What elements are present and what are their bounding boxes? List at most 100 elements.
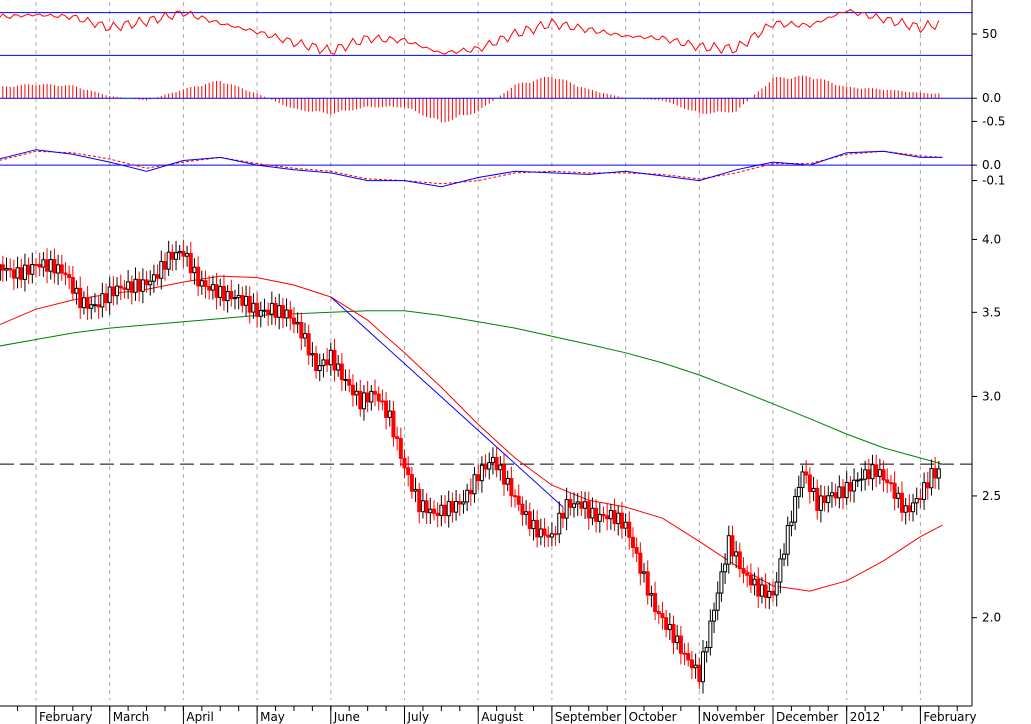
price-candle [151, 274, 156, 282]
ma-short-line [0, 275, 943, 592]
price-candle [782, 553, 787, 560]
price-candle [328, 349, 333, 366]
price-candle [693, 664, 698, 669]
price-candle [560, 512, 565, 519]
price-candle [214, 284, 219, 298]
price-candle [531, 519, 536, 530]
price-candle [899, 492, 904, 513]
price-candle [162, 261, 167, 270]
price-candle [244, 295, 249, 306]
price-candle [22, 264, 27, 280]
price-candle [37, 264, 42, 268]
price-candle [11, 269, 16, 279]
price-candle [369, 390, 374, 403]
price-candle [700, 651, 705, 683]
price-candle [877, 469, 882, 477]
price-candle [859, 478, 864, 481]
price-candle [67, 274, 72, 279]
price-candle [199, 280, 204, 287]
price-candle [737, 551, 742, 570]
price-candle [708, 620, 713, 648]
price-candle [266, 309, 271, 315]
price-candle [354, 390, 359, 396]
price-candle [756, 578, 761, 597]
price-candle [723, 563, 728, 573]
price-candle [863, 469, 868, 480]
price-candle [413, 488, 418, 492]
price-candle [218, 286, 223, 298]
price-candle [15, 267, 20, 279]
x-tick-label: April [186, 710, 213, 724]
price-candle [774, 581, 779, 596]
price-panel: 4.0 3.5 3.0 2.5 2.0 [0, 232, 1001, 694]
x-tick-label: December [776, 710, 838, 724]
price-candle [866, 469, 871, 480]
price-candle [0, 264, 5, 271]
price-candle [594, 507, 599, 522]
price-candle [63, 272, 68, 276]
price-candle [870, 464, 875, 480]
price-candle [336, 363, 341, 371]
price-candle [402, 457, 407, 469]
price-candle [229, 291, 234, 300]
price-candle [406, 467, 411, 476]
price-candle [247, 295, 252, 313]
price-candle [630, 536, 635, 548]
price-candle [653, 593, 658, 613]
price-candle [59, 264, 64, 274]
price-candle [933, 468, 938, 479]
price-candle [137, 278, 142, 292]
price-candle [538, 528, 543, 538]
price-candle [457, 501, 462, 505]
price-candle [174, 252, 179, 260]
price-candle [490, 456, 495, 464]
price-candle [277, 305, 282, 318]
price-candle [350, 384, 355, 396]
price-candle [922, 482, 927, 500]
price-candle [255, 302, 260, 317]
price-candle [509, 477, 514, 497]
price-candle [126, 281, 131, 290]
price-candle [159, 261, 164, 279]
price-candle [343, 378, 348, 381]
price-candle [818, 495, 823, 511]
price-candle [656, 611, 661, 615]
price-candle [829, 492, 834, 497]
price-candle [361, 392, 366, 410]
price-candle [638, 552, 643, 574]
price-candle [140, 279, 145, 292]
price-candle [306, 333, 311, 356]
price-candle [398, 438, 403, 459]
price-candle [634, 546, 639, 554]
price-candle [741, 568, 746, 574]
x-tick-label: July [407, 710, 430, 724]
price-candle [269, 302, 274, 315]
price-candle [56, 264, 61, 274]
price-candle [804, 471, 809, 476]
price-candle [395, 436, 400, 440]
price-candle [918, 498, 923, 501]
axes: February March April May June July August Septe… [0, 0, 977, 724]
price-candle [70, 277, 75, 294]
price-candle [236, 295, 241, 299]
price-candle [185, 252, 190, 257]
price-candle [682, 652, 687, 655]
price-candle [513, 495, 518, 498]
price-candle [730, 535, 735, 557]
x-tick-label: October [629, 710, 677, 724]
price-candle [601, 513, 606, 517]
price-candle [520, 503, 525, 515]
price-candle [778, 558, 783, 583]
price-candle [384, 400, 389, 418]
price-candle [686, 653, 691, 661]
price-candle [697, 664, 702, 683]
price-candle [41, 259, 46, 268]
price-candle [144, 279, 149, 286]
price-candle [568, 499, 573, 508]
price-candle [575, 501, 580, 505]
price-candle [675, 635, 680, 644]
price-candle [221, 286, 226, 302]
x-tick-label: 2012 [850, 710, 881, 724]
price-candle [527, 511, 532, 530]
price-candle [118, 285, 123, 289]
